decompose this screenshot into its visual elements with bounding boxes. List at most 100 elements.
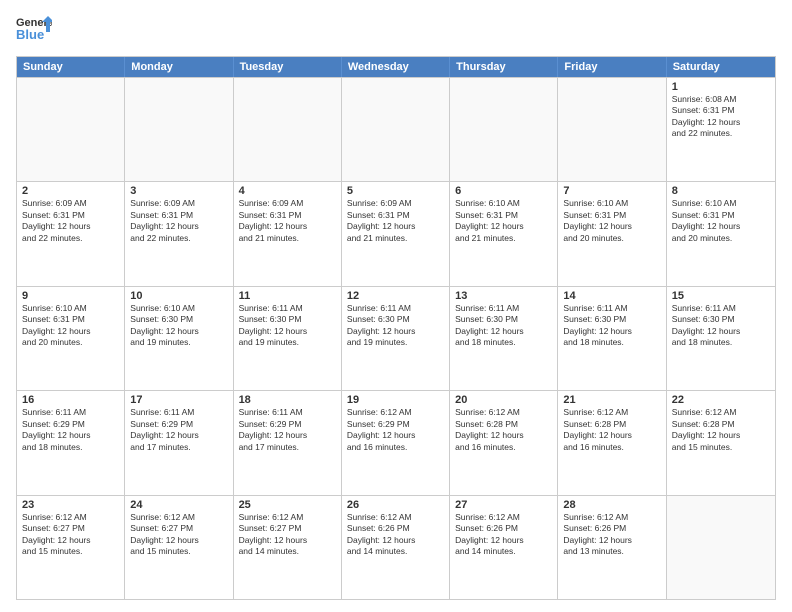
day-info: Sunrise: 6:12 AM Sunset: 6:28 PM Dayligh… [563, 407, 660, 453]
day-cell-13: 13Sunrise: 6:11 AM Sunset: 6:30 PM Dayli… [450, 287, 558, 390]
day-number: 13 [455, 290, 552, 302]
day-info: Sunrise: 6:10 AM Sunset: 6:31 PM Dayligh… [672, 198, 770, 244]
day-number: 21 [563, 394, 660, 406]
day-cell-14: 14Sunrise: 6:11 AM Sunset: 6:30 PM Dayli… [558, 287, 666, 390]
day-info: Sunrise: 6:12 AM Sunset: 6:29 PM Dayligh… [347, 407, 444, 453]
day-number: 2 [22, 185, 119, 197]
day-number: 4 [239, 185, 336, 197]
day-number: 9 [22, 290, 119, 302]
day-number: 14 [563, 290, 660, 302]
day-info: Sunrise: 6:12 AM Sunset: 6:26 PM Dayligh… [347, 512, 444, 558]
day-info: Sunrise: 6:11 AM Sunset: 6:29 PM Dayligh… [130, 407, 227, 453]
day-number: 18 [239, 394, 336, 406]
day-cell-24: 24Sunrise: 6:12 AM Sunset: 6:27 PM Dayli… [125, 496, 233, 599]
day-number: 23 [22, 499, 119, 511]
day-cell-5: 5Sunrise: 6:09 AM Sunset: 6:31 PM Daylig… [342, 182, 450, 285]
day-cell-26: 26Sunrise: 6:12 AM Sunset: 6:26 PM Dayli… [342, 496, 450, 599]
day-cell-9: 9Sunrise: 6:10 AM Sunset: 6:31 PM Daylig… [17, 287, 125, 390]
day-info: Sunrise: 6:12 AM Sunset: 6:28 PM Dayligh… [672, 407, 770, 453]
day-info: Sunrise: 6:09 AM Sunset: 6:31 PM Dayligh… [22, 198, 119, 244]
day-cell-2: 2Sunrise: 6:09 AM Sunset: 6:31 PM Daylig… [17, 182, 125, 285]
day-info: Sunrise: 6:10 AM Sunset: 6:31 PM Dayligh… [563, 198, 660, 244]
day-number: 24 [130, 499, 227, 511]
day-number: 6 [455, 185, 552, 197]
calendar-body: 1Sunrise: 6:08 AM Sunset: 6:31 PM Daylig… [17, 77, 775, 599]
day-header-saturday: Saturday [667, 57, 775, 77]
day-cell-6: 6Sunrise: 6:10 AM Sunset: 6:31 PM Daylig… [450, 182, 558, 285]
day-info: Sunrise: 6:09 AM Sunset: 6:31 PM Dayligh… [239, 198, 336, 244]
day-number: 15 [672, 290, 770, 302]
day-cell-empty [558, 78, 666, 181]
logo-svg: General Blue [16, 12, 52, 48]
day-cell-20: 20Sunrise: 6:12 AM Sunset: 6:28 PM Dayli… [450, 391, 558, 494]
day-info: Sunrise: 6:12 AM Sunset: 6:27 PM Dayligh… [130, 512, 227, 558]
day-cell-8: 8Sunrise: 6:10 AM Sunset: 6:31 PM Daylig… [667, 182, 775, 285]
day-number: 10 [130, 290, 227, 302]
day-cell-empty [125, 78, 233, 181]
day-info: Sunrise: 6:12 AM Sunset: 6:26 PM Dayligh… [563, 512, 660, 558]
day-number: 25 [239, 499, 336, 511]
day-cell-3: 3Sunrise: 6:09 AM Sunset: 6:31 PM Daylig… [125, 182, 233, 285]
day-cell-empty [450, 78, 558, 181]
day-info: Sunrise: 6:10 AM Sunset: 6:31 PM Dayligh… [455, 198, 552, 244]
week-row-4: 16Sunrise: 6:11 AM Sunset: 6:29 PM Dayli… [17, 390, 775, 494]
day-info: Sunrise: 6:08 AM Sunset: 6:31 PM Dayligh… [672, 94, 770, 140]
logo: General Blue [16, 12, 52, 48]
day-cell-19: 19Sunrise: 6:12 AM Sunset: 6:29 PM Dayli… [342, 391, 450, 494]
day-cell-empty [667, 496, 775, 599]
svg-text:Blue: Blue [16, 27, 44, 42]
day-cell-7: 7Sunrise: 6:10 AM Sunset: 6:31 PM Daylig… [558, 182, 666, 285]
day-info: Sunrise: 6:11 AM Sunset: 6:30 PM Dayligh… [672, 303, 770, 349]
day-number: 26 [347, 499, 444, 511]
day-number: 1 [672, 81, 770, 93]
day-cell-18: 18Sunrise: 6:11 AM Sunset: 6:29 PM Dayli… [234, 391, 342, 494]
day-number: 8 [672, 185, 770, 197]
day-info: Sunrise: 6:12 AM Sunset: 6:27 PM Dayligh… [22, 512, 119, 558]
day-cell-25: 25Sunrise: 6:12 AM Sunset: 6:27 PM Dayli… [234, 496, 342, 599]
week-row-1: 1Sunrise: 6:08 AM Sunset: 6:31 PM Daylig… [17, 77, 775, 181]
day-cell-27: 27Sunrise: 6:12 AM Sunset: 6:26 PM Dayli… [450, 496, 558, 599]
day-number: 7 [563, 185, 660, 197]
week-row-2: 2Sunrise: 6:09 AM Sunset: 6:31 PM Daylig… [17, 181, 775, 285]
day-cell-22: 22Sunrise: 6:12 AM Sunset: 6:28 PM Dayli… [667, 391, 775, 494]
week-row-3: 9Sunrise: 6:10 AM Sunset: 6:31 PM Daylig… [17, 286, 775, 390]
day-cell-15: 15Sunrise: 6:11 AM Sunset: 6:30 PM Dayli… [667, 287, 775, 390]
day-info: Sunrise: 6:11 AM Sunset: 6:30 PM Dayligh… [239, 303, 336, 349]
day-number: 19 [347, 394, 444, 406]
day-info: Sunrise: 6:12 AM Sunset: 6:26 PM Dayligh… [455, 512, 552, 558]
day-number: 22 [672, 394, 770, 406]
day-cell-28: 28Sunrise: 6:12 AM Sunset: 6:26 PM Dayli… [558, 496, 666, 599]
day-number: 12 [347, 290, 444, 302]
day-info: Sunrise: 6:11 AM Sunset: 6:30 PM Dayligh… [563, 303, 660, 349]
day-number: 17 [130, 394, 227, 406]
week-row-5: 23Sunrise: 6:12 AM Sunset: 6:27 PM Dayli… [17, 495, 775, 599]
day-header-tuesday: Tuesday [234, 57, 342, 77]
day-info: Sunrise: 6:11 AM Sunset: 6:30 PM Dayligh… [347, 303, 444, 349]
day-cell-16: 16Sunrise: 6:11 AM Sunset: 6:29 PM Dayli… [17, 391, 125, 494]
calendar: SundayMondayTuesdayWednesdayThursdayFrid… [16, 56, 776, 600]
day-number: 27 [455, 499, 552, 511]
day-cell-4: 4Sunrise: 6:09 AM Sunset: 6:31 PM Daylig… [234, 182, 342, 285]
day-info: Sunrise: 6:11 AM Sunset: 6:29 PM Dayligh… [239, 407, 336, 453]
day-info: Sunrise: 6:09 AM Sunset: 6:31 PM Dayligh… [347, 198, 444, 244]
day-info: Sunrise: 6:10 AM Sunset: 6:31 PM Dayligh… [22, 303, 119, 349]
day-number: 20 [455, 394, 552, 406]
day-cell-empty [234, 78, 342, 181]
day-info: Sunrise: 6:09 AM Sunset: 6:31 PM Dayligh… [130, 198, 227, 244]
day-cell-1: 1Sunrise: 6:08 AM Sunset: 6:31 PM Daylig… [667, 78, 775, 181]
day-cell-12: 12Sunrise: 6:11 AM Sunset: 6:30 PM Dayli… [342, 287, 450, 390]
day-cell-17: 17Sunrise: 6:11 AM Sunset: 6:29 PM Dayli… [125, 391, 233, 494]
day-info: Sunrise: 6:11 AM Sunset: 6:29 PM Dayligh… [22, 407, 119, 453]
day-number: 28 [563, 499, 660, 511]
day-info: Sunrise: 6:12 AM Sunset: 6:27 PM Dayligh… [239, 512, 336, 558]
day-number: 3 [130, 185, 227, 197]
day-cell-11: 11Sunrise: 6:11 AM Sunset: 6:30 PM Dayli… [234, 287, 342, 390]
day-number: 5 [347, 185, 444, 197]
day-number: 16 [22, 394, 119, 406]
calendar-header: SundayMondayTuesdayWednesdayThursdayFrid… [17, 57, 775, 77]
day-cell-23: 23Sunrise: 6:12 AM Sunset: 6:27 PM Dayli… [17, 496, 125, 599]
day-header-sunday: Sunday [17, 57, 125, 77]
header: General Blue [16, 12, 776, 48]
day-cell-21: 21Sunrise: 6:12 AM Sunset: 6:28 PM Dayli… [558, 391, 666, 494]
calendar-page: General Blue SundayMondayTuesdayWednesda… [0, 0, 792, 612]
